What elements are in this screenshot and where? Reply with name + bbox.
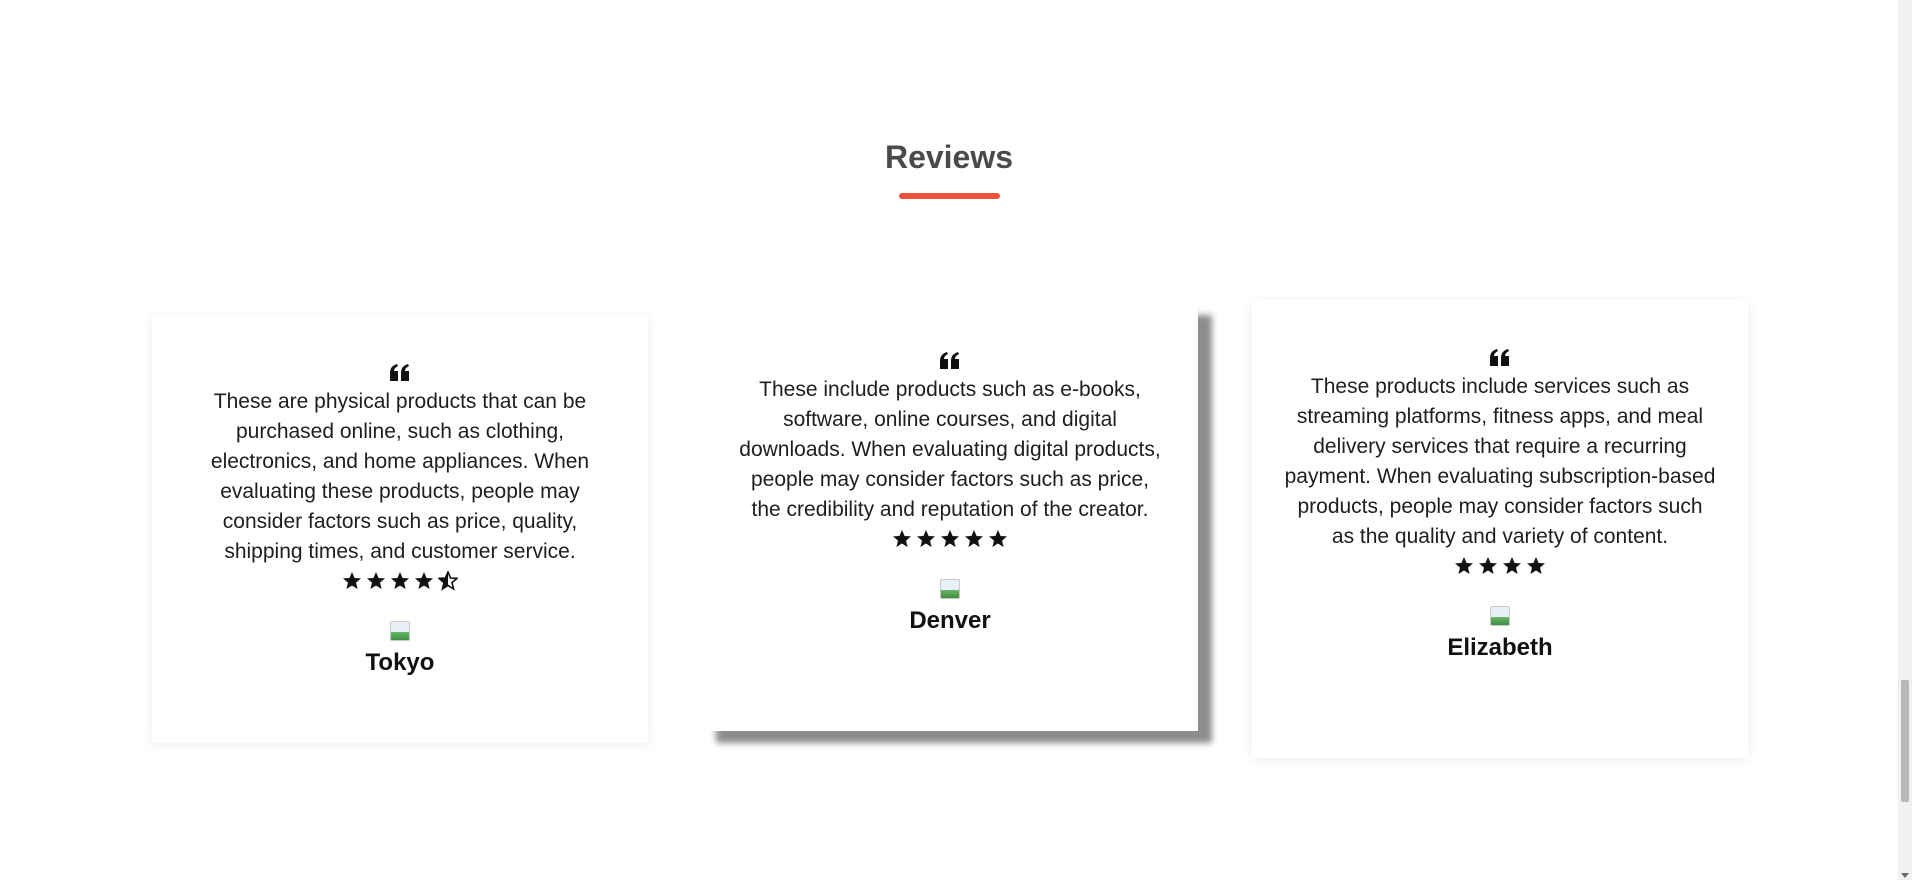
reviewer-name: Elizabeth bbox=[1447, 634, 1553, 661]
reviewer-avatar bbox=[940, 579, 960, 599]
section-title: Reviews bbox=[884, 139, 1014, 175]
reviewer-name: Denver bbox=[909, 607, 991, 634]
star-icon bbox=[965, 530, 983, 547]
quote-left-icon bbox=[1489, 348, 1511, 368]
rating-stars bbox=[734, 529, 1166, 553]
title-underline bbox=[899, 193, 1000, 199]
scrollbar-thumb[interactable] bbox=[1901, 680, 1909, 802]
review-card-3: These products include services such as … bbox=[1252, 300, 1748, 758]
review-text: These products include services such as … bbox=[1284, 375, 1716, 548]
star-icon bbox=[893, 530, 911, 547]
rating-stars bbox=[1284, 556, 1716, 580]
review-card-2: These include products such as e-books, … bbox=[702, 303, 1198, 731]
star-icon bbox=[343, 572, 361, 589]
review-text: These are physical products that can be … bbox=[210, 390, 590, 563]
review-text: These include products such as e-books, … bbox=[739, 378, 1161, 521]
reviewer-avatar bbox=[1490, 606, 1510, 626]
star-icon bbox=[367, 572, 385, 589]
review-card-1: These are physical products that can be … bbox=[152, 315, 648, 743]
reviews-page: Reviews These are physical products that… bbox=[0, 0, 1912, 880]
quote-left-icon bbox=[389, 363, 411, 383]
star-icon bbox=[917, 530, 935, 547]
star-icon bbox=[989, 530, 1007, 547]
rating-stars bbox=[184, 571, 616, 595]
reviewer-avatar bbox=[390, 621, 410, 641]
star-icon bbox=[1527, 557, 1545, 574]
page-scrollbar[interactable] bbox=[1898, 0, 1912, 880]
star-icon bbox=[1455, 557, 1473, 574]
star-icon bbox=[1479, 557, 1497, 574]
star-icon bbox=[941, 530, 959, 547]
star-icon bbox=[415, 572, 433, 589]
star-icon bbox=[391, 572, 409, 589]
star-icon bbox=[1503, 557, 1521, 574]
scroll-down-arrow-icon[interactable] bbox=[1901, 873, 1909, 878]
quote-left-icon bbox=[939, 351, 961, 371]
star-half-icon bbox=[438, 571, 458, 591]
reviewer-name: Tokyo bbox=[365, 649, 435, 676]
